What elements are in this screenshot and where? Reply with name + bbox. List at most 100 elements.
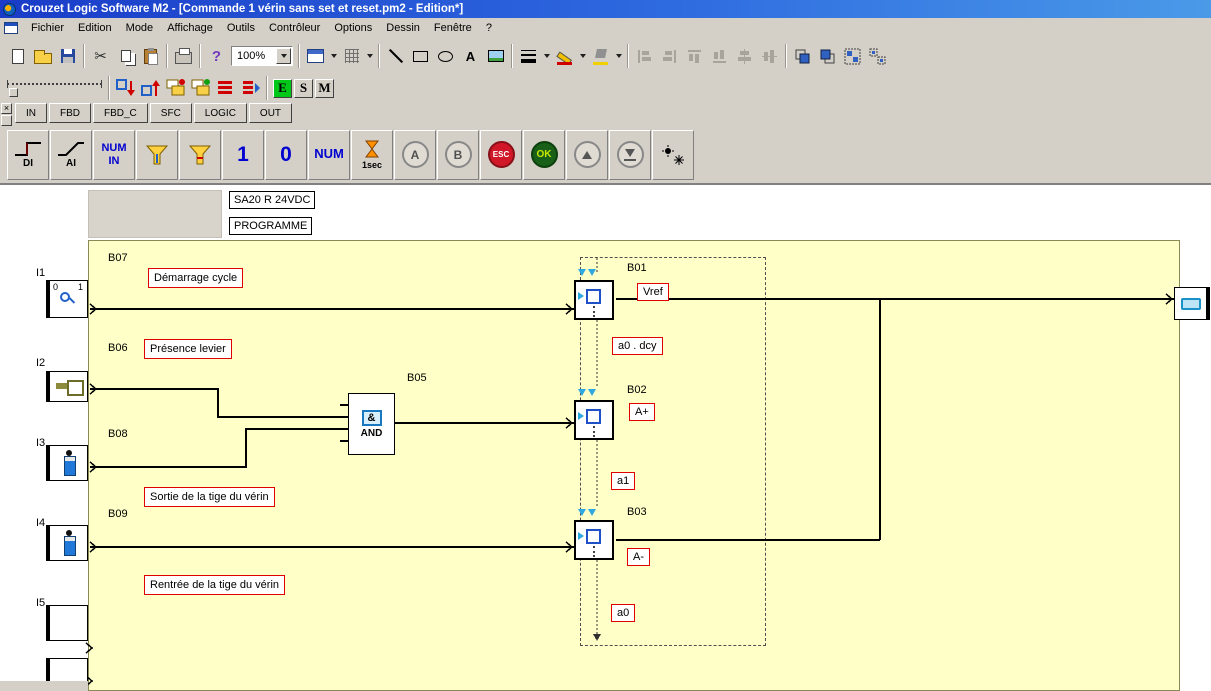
- tab-out[interactable]: OUT: [248, 103, 293, 123]
- palette-di-button[interactable]: DI: [7, 129, 49, 180]
- align-bottom-button[interactable]: [707, 44, 732, 69]
- line-width-dropdown[interactable]: [541, 44, 552, 69]
- palette-const-one-button[interactable]: 1: [222, 129, 264, 180]
- text-tool-button[interactable]: A: [458, 44, 483, 69]
- input-block-i5[interactable]: [46, 605, 88, 641]
- palette-timer-button[interactable]: 1sec: [351, 129, 393, 180]
- debug-tool-button-1[interactable]: [113, 76, 138, 101]
- line-tool-button[interactable]: [383, 44, 408, 69]
- transition-box-a0[interactable]: a0: [611, 604, 636, 622]
- palette-key-esc-button[interactable]: ESC: [480, 129, 522, 180]
- grid-settings-button[interactable]: [303, 44, 328, 69]
- pen-color-dropdown[interactable]: [577, 44, 588, 69]
- print-button[interactable]: [171, 44, 196, 69]
- grid-settings-dropdown[interactable]: [328, 44, 339, 69]
- palette-key-a-button[interactable]: A: [394, 129, 436, 180]
- pen-color-button[interactable]: [552, 44, 577, 69]
- tab-logic[interactable]: LOGIC: [193, 103, 247, 123]
- input-block-i2[interactable]: [46, 371, 88, 402]
- debug-tool-button-4[interactable]: [188, 76, 213, 101]
- transition-box-a0-dcy[interactable]: a0 . dcy: [612, 337, 663, 355]
- input-block-i1[interactable]: 0 1: [46, 280, 88, 318]
- device-label-box[interactable]: SA20 R 24VDC: [229, 191, 316, 209]
- comment-box-demarrage-cycle[interactable]: Démarrage cycle: [148, 268, 244, 288]
- output-block[interactable]: [1174, 287, 1210, 320]
- tab-fbd-c[interactable]: FBD_C: [93, 103, 148, 123]
- menu-dessin[interactable]: Dessin: [379, 19, 427, 37]
- comment-box-presence-levier[interactable]: Présence levier: [144, 339, 232, 359]
- line-width-button[interactable]: [516, 44, 541, 69]
- palette-close-button[interactable]: ×: [1, 103, 12, 114]
- copy-button[interactable]: [113, 44, 138, 69]
- palette-num-const-button[interactable]: NUM: [308, 129, 350, 180]
- menu-aide[interactable]: ?: [479, 19, 499, 37]
- transition-box-a1[interactable]: a1: [611, 472, 636, 490]
- help-button[interactable]: ?: [204, 44, 229, 69]
- input-block-i4[interactable]: [46, 525, 88, 561]
- palette-ai-filter-button[interactable]: [179, 129, 221, 180]
- step-block-b03[interactable]: [574, 520, 614, 560]
- menu-outils[interactable]: Outils: [220, 19, 262, 37]
- document-window-icon[interactable]: [4, 22, 18, 34]
- zoom-slider[interactable]: [7, 79, 102, 97]
- palette-key-up-button[interactable]: [566, 129, 608, 180]
- bring-to-front-button[interactable]: [790, 44, 815, 69]
- align-right-button[interactable]: [657, 44, 682, 69]
- debug-tool-button-2[interactable]: [138, 76, 163, 101]
- tag-box-vref[interactable]: Vref: [637, 283, 669, 301]
- palette-backlight-button[interactable]: [652, 129, 694, 180]
- menu-edition[interactable]: Edition: [71, 19, 119, 37]
- comment-box-sortie-tige[interactable]: Sortie de la tige du vérin: [144, 487, 275, 507]
- save-button[interactable]: [55, 44, 80, 69]
- fbd-workspace[interactable]: SA20 R 24VDC PROGRAMME I1 0 1 I2 I3 I4 I…: [0, 185, 1211, 691]
- palette-key-ok-button[interactable]: OK: [523, 129, 565, 180]
- fill-color-button[interactable]: [588, 44, 613, 69]
- comment-box-rentree-tige[interactable]: Rentrée de la tige du vérin: [144, 575, 286, 595]
- rectangle-tool-button[interactable]: [408, 44, 433, 69]
- zoom-dropdown-button[interactable]: [276, 48, 291, 64]
- zoom-combobox[interactable]: 100%: [231, 46, 293, 66]
- menu-mode[interactable]: Mode: [119, 19, 161, 37]
- program-label-box[interactable]: PROGRAMME: [229, 217, 313, 235]
- menu-fenetre[interactable]: Fenêtre: [427, 19, 479, 37]
- slider-handle[interactable]: [9, 88, 18, 97]
- mode-simulation-button[interactable]: S: [294, 78, 313, 98]
- cut-button[interactable]: ✂: [88, 44, 113, 69]
- palette-const-zero-button[interactable]: 0: [265, 129, 307, 180]
- step-block-b02[interactable]: [574, 400, 614, 440]
- grid-toggle-button[interactable]: [339, 44, 364, 69]
- input-block-i3[interactable]: [46, 445, 88, 481]
- ellipse-tool-button[interactable]: [433, 44, 458, 69]
- menu-controleur[interactable]: Contrôleur: [262, 19, 327, 37]
- palette-ai-button[interactable]: AI: [50, 129, 92, 180]
- palette-di-filter-button[interactable]: [136, 129, 178, 180]
- grid-toggle-dropdown[interactable]: [364, 44, 375, 69]
- mode-monitoring-button[interactable]: M: [315, 78, 334, 98]
- debug-tool-button-5[interactable]: [213, 76, 238, 101]
- align-left-button[interactable]: [632, 44, 657, 69]
- debug-tool-button-3[interactable]: [163, 76, 188, 101]
- group-button[interactable]: [840, 44, 865, 69]
- menu-affichage[interactable]: Affichage: [160, 19, 220, 37]
- tag-box-a-plus[interactable]: A+: [629, 403, 655, 421]
- fill-color-dropdown[interactable]: [613, 44, 624, 69]
- debug-tool-button-6[interactable]: [238, 76, 263, 101]
- image-tool-button[interactable]: [483, 44, 508, 69]
- center-horizontal-button[interactable]: [732, 44, 757, 69]
- send-to-back-button[interactable]: [815, 44, 840, 69]
- tab-in[interactable]: IN: [15, 103, 47, 123]
- open-button[interactable]: [30, 44, 55, 69]
- menu-options[interactable]: Options: [327, 19, 379, 37]
- palette-key-down-button[interactable]: [609, 129, 651, 180]
- step-block-b01[interactable]: [574, 280, 614, 320]
- tag-box-a-minus[interactable]: A-: [627, 548, 650, 566]
- tab-sfc[interactable]: SFC: [149, 103, 192, 123]
- paste-button[interactable]: [138, 44, 163, 69]
- menu-fichier[interactable]: Fichier: [24, 19, 71, 37]
- center-vertical-button[interactable]: [757, 44, 782, 69]
- ungroup-button[interactable]: [865, 44, 890, 69]
- and-gate-b05[interactable]: & AND: [348, 393, 395, 455]
- palette-key-b-button[interactable]: B: [437, 129, 479, 180]
- new-button[interactable]: [5, 44, 30, 69]
- palette-pin-button[interactable]: [1, 115, 12, 126]
